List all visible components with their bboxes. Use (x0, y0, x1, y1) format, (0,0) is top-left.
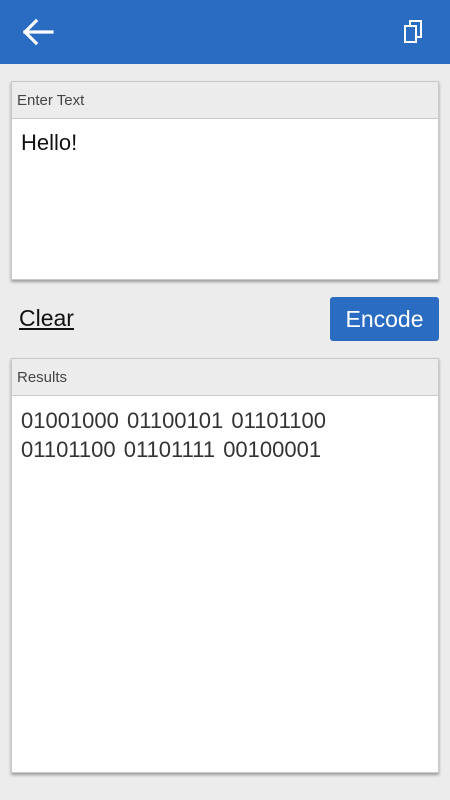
results-output: 01001000 01100101 01101100 01101100 0110… (12, 396, 438, 474)
results-line: 01101100 01101111 00100001 (21, 437, 322, 462)
encode-button[interactable]: Encode (330, 297, 439, 341)
back-button[interactable] (18, 14, 58, 50)
clear-button[interactable]: Clear (19, 305, 74, 332)
input-panel-header: Enter Text (12, 82, 438, 119)
copy-icon (404, 20, 422, 43)
results-panel-header: Results (12, 359, 438, 396)
text-input[interactable] (12, 119, 438, 279)
results-line: 01001000 01100101 01101100 (21, 408, 326, 433)
copy-button[interactable] (396, 14, 432, 50)
arrow-left-icon (22, 18, 54, 46)
input-panel: Enter Text (11, 81, 439, 280)
results-panel: Results 01001000 01100101 01101100 01101… (11, 358, 439, 773)
app-bar (0, 0, 450, 64)
